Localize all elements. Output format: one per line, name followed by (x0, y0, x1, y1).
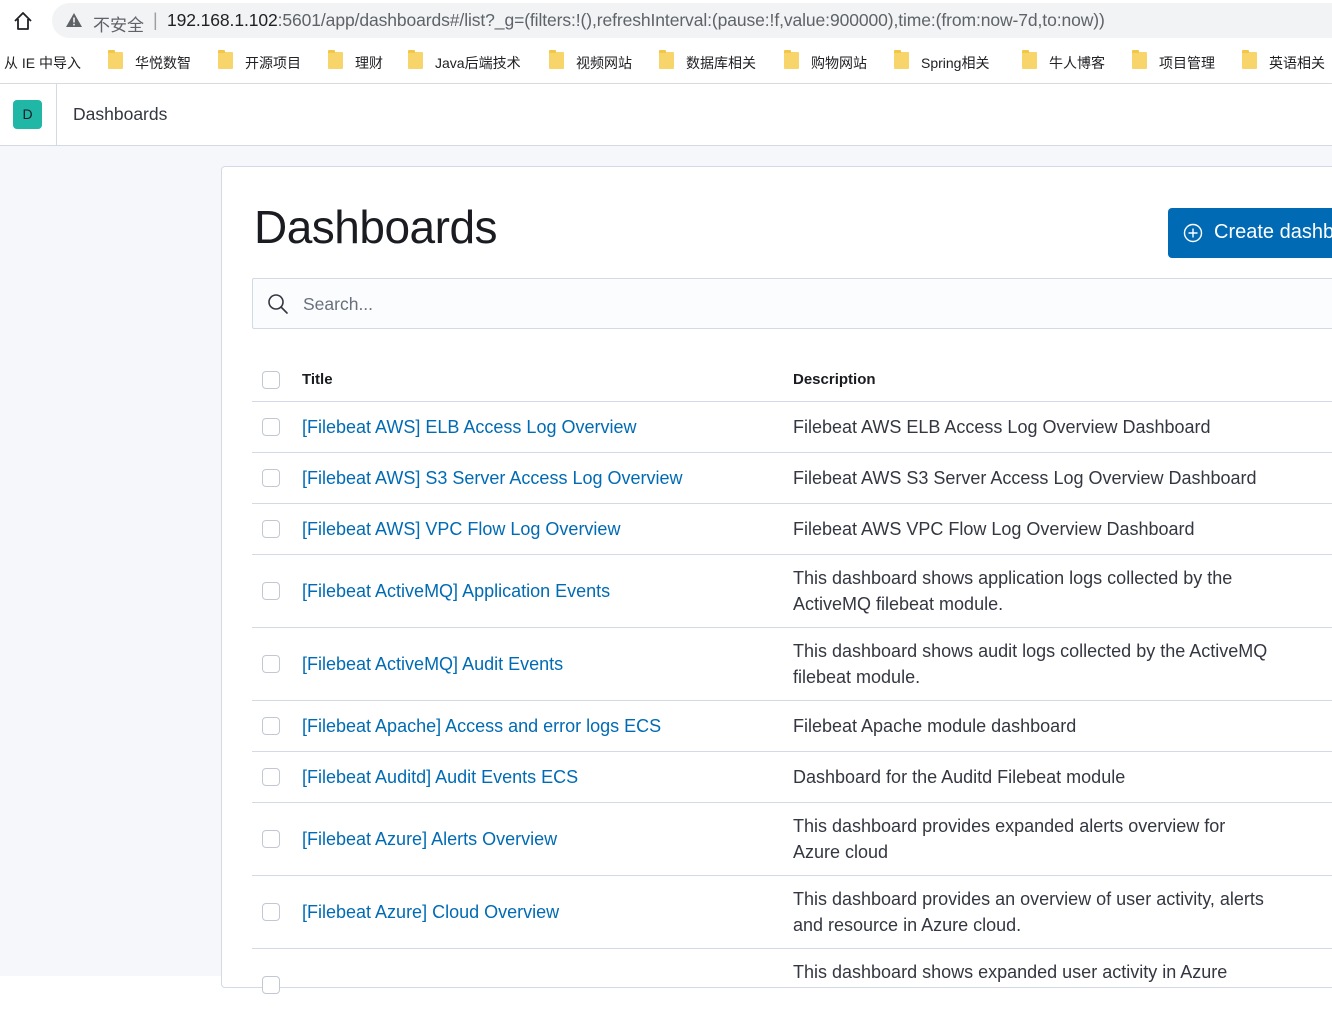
row-checkbox[interactable] (262, 418, 280, 436)
table-row: [Filebeat ActiveMQ] Audit Events This da… (252, 628, 1332, 701)
folder-icon (784, 50, 799, 69)
url-host: 192.168.1.102 (167, 10, 278, 30)
row-checkbox[interactable] (262, 903, 280, 921)
page-title: Dashboards (254, 201, 498, 253)
folder-icon (1022, 50, 1037, 69)
row-checkbox[interactable] (262, 768, 280, 786)
warning-icon[interactable] (65, 12, 83, 28)
bookmarks-bar: 从 IE 中导入 华悦数智 开源项目 理财 Java后端技术 视频网站 数据库相… (0, 42, 1332, 84)
table-row: [Filebeat AWS] VPC Flow Log Overview Fil… (252, 504, 1332, 555)
breadcrumb: Dashboards (73, 104, 168, 124)
folder-icon (894, 50, 909, 69)
bookmark-item[interactable]: 项目管理 (1159, 53, 1215, 73)
bookmark-item[interactable]: Java后端技术 (435, 53, 521, 73)
dashboard-title-link[interactable]: [Filebeat ActiveMQ] Audit Events (302, 654, 563, 675)
bookmark-item[interactable]: 英语相关 (1269, 53, 1325, 73)
app-header: D Dashboards (0, 84, 1332, 146)
row-checkbox[interactable] (262, 469, 280, 487)
bookmark-item[interactable]: 华悦数智 (135, 53, 191, 73)
select-all-checkbox[interactable] (262, 371, 280, 389)
table-row: [Filebeat Azure] Cloud Overview This das… (252, 876, 1332, 949)
row-checkbox[interactable] (262, 582, 280, 600)
table-row: [Filebeat Azure] Alerts Overview This da… (252, 803, 1332, 876)
security-label: 不安全 (93, 16, 144, 35)
dashboard-title-link[interactable]: [Filebeat AWS] VPC Flow Log Overview (302, 519, 620, 540)
header-divider (56, 84, 57, 145)
folder-icon (108, 50, 123, 69)
dashboard-title-link[interactable]: [Filebeat Azure] Alerts Overview (302, 829, 557, 850)
table-row: [Filebeat AWS] ELB Access Log Overview F… (252, 402, 1332, 453)
table-header-row: Title Description (252, 357, 1332, 402)
dashboard-title-link[interactable]: [Filebeat ActiveMQ] Application Events (302, 581, 610, 602)
folder-icon (218, 50, 233, 69)
folder-icon (1132, 50, 1147, 69)
folder-icon (408, 50, 423, 69)
folder-icon (659, 50, 674, 69)
dashboard-title-link[interactable]: [Filebeat AWS] ELB Access Log Overview (302, 417, 636, 438)
table-row: [Filebeat AWS] S3 Server Access Log Over… (252, 453, 1332, 504)
search-input[interactable] (301, 279, 1305, 330)
dashboard-description: This dashboard shows expanded user activ… (793, 962, 1228, 982)
bookmark-item[interactable]: 数据库相关 (686, 53, 756, 73)
dashboard-description: Filebeat Apache module dashboard (793, 716, 1077, 736)
bookmark-ie-import[interactable]: 从 IE 中导入 (4, 53, 81, 73)
table-row: [Filebeat Apache] Access and error logs … (252, 701, 1332, 752)
table-row: [Filebeat ActiveMQ] Application Events T… (252, 555, 1332, 628)
dashboard-description: Filebeat AWS S3 Server Access Log Overvi… (793, 468, 1257, 488)
search-box (252, 278, 1332, 330)
folder-icon (328, 50, 343, 69)
create-dashboard-button[interactable]: Create dashb (1168, 208, 1332, 258)
table-row: This dashboard shows expanded user activ… (252, 949, 1332, 1021)
plus-in-circle-icon (1183, 223, 1203, 243)
folder-icon (549, 50, 564, 69)
bookmark-item[interactable]: 理财 (355, 53, 383, 73)
row-checkbox[interactable] (262, 717, 280, 735)
home-icon[interactable] (12, 10, 34, 32)
url-path: :5601/app/dashboards#/list?_g=(filters:!… (277, 10, 1105, 30)
dashboard-title-link[interactable]: [Filebeat Auditd] Audit Events ECS (302, 767, 578, 788)
bookmark-item[interactable]: 开源项目 (245, 53, 301, 73)
create-dashboard-label: Create dashb (1214, 221, 1332, 243)
folder-icon (1242, 50, 1257, 69)
url-separator: | (153, 10, 158, 30)
dashboard-title-link[interactable]: [Filebeat Apache] Access and error logs … (302, 716, 661, 737)
dashboard-description: Filebeat AWS ELB Access Log Overview Das… (793, 417, 1211, 437)
search-icon (268, 294, 288, 314)
bookmark-item[interactable]: 牛人博客 (1049, 53, 1105, 73)
url-text[interactable]: 192.168.1.102:5601/app/dashboards#/list?… (167, 10, 1105, 31)
dashboards-table: Title Description [Filebeat AWS] ELB Acc… (252, 357, 1332, 1021)
row-checkbox[interactable] (262, 520, 280, 538)
dashboard-description: Dashboard for the Auditd Filebeat module (793, 767, 1126, 787)
column-header-description: Description (793, 371, 876, 388)
bookmark-item[interactable]: 视频网站 (576, 53, 632, 73)
row-checkbox[interactable] (262, 976, 280, 994)
dashboard-title-link[interactable]: [Filebeat AWS] S3 Server Access Log Over… (302, 468, 683, 489)
browser-address-row: 不安全 | 192.168.1.102:5601/app/dashboards#… (0, 0, 1332, 42)
dashboard-title-link[interactable]: [Filebeat Azure] Cloud Overview (302, 902, 559, 923)
dashboard-description: This dashboard shows application logs co… (793, 568, 1233, 614)
dashboard-description: This dashboard provides expanded alerts … (793, 816, 1226, 862)
table-row: [Filebeat Auditd] Audit Events ECS Dashb… (252, 752, 1332, 803)
column-header-title[interactable]: Title (302, 371, 333, 388)
dashboard-description: This dashboard provides an overview of u… (793, 889, 1264, 935)
address-bar[interactable]: 不安全 | 192.168.1.102:5601/app/dashboards#… (52, 3, 1332, 38)
bookmark-item[interactable]: Spring相关 (921, 53, 989, 73)
row-checkbox[interactable] (262, 655, 280, 673)
space-avatar[interactable]: D (13, 100, 42, 129)
bookmark-item[interactable]: 购物网站 (811, 53, 867, 73)
dashboard-description: Filebeat AWS VPC Flow Log Overview Dashb… (793, 519, 1195, 539)
dashboard-description: This dashboard shows audit logs collecte… (793, 641, 1268, 687)
row-checkbox[interactable] (262, 830, 280, 848)
